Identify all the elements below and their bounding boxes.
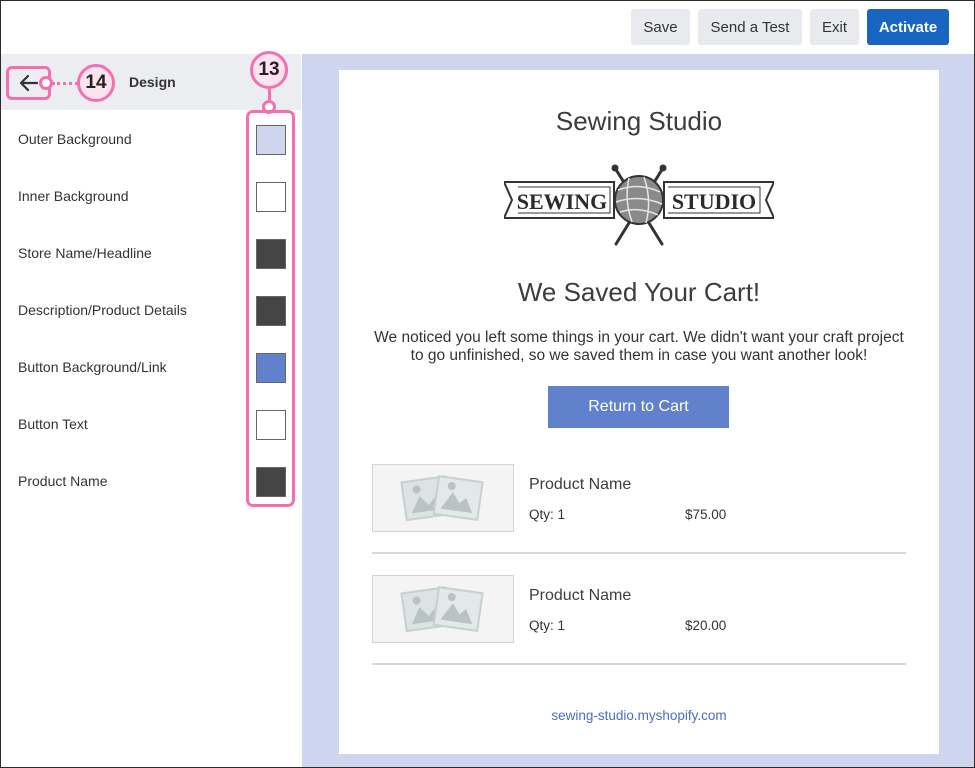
image-placeholder-icon bbox=[400, 475, 484, 522]
setting-label-product-name: Product Name bbox=[18, 473, 108, 489]
setting-label-store-name: Store Name/Headline bbox=[18, 245, 152, 261]
color-swatch-product-name[interactable] bbox=[256, 467, 286, 497]
product-qty: Qty: 1 bbox=[529, 618, 566, 633]
product-image-placeholder bbox=[372, 464, 514, 532]
store-name-heading: Sewing Studio bbox=[555, 106, 723, 136]
setting-label-inner-background: Inner Background bbox=[18, 188, 129, 204]
setting-label-button-background: Button Background/Link bbox=[18, 359, 167, 375]
send-test-button[interactable]: Send a Test bbox=[698, 9, 802, 45]
editor-window: Save Send a Test Exit Activate 14 Design… bbox=[0, 0, 975, 768]
exit-button[interactable]: Exit bbox=[810, 9, 859, 45]
color-swatch-button-text[interactable] bbox=[256, 410, 286, 440]
logo-text-right: STUDIO bbox=[672, 189, 756, 214]
color-swatch-description[interactable] bbox=[256, 296, 286, 326]
design-sidebar: 14 Design 13 Outer Background Inner Back… bbox=[1, 51, 301, 767]
product-price: $75.00 bbox=[685, 507, 727, 522]
return-to-cart-button[interactable]: Return to Cart bbox=[548, 386, 729, 428]
product-name: Product Name bbox=[529, 587, 632, 604]
color-swatch-outer-background[interactable] bbox=[256, 125, 286, 155]
product-divider bbox=[372, 663, 906, 665]
setting-label-description: Description/Product Details bbox=[18, 302, 187, 318]
top-toolbar: Save Send a Test Exit Activate bbox=[1, 1, 974, 54]
save-button[interactable]: Save bbox=[631, 9, 690, 45]
email-card: Sewing Studio SEWING STUDIO We Saved You… bbox=[339, 70, 939, 754]
product-name: Product Name bbox=[529, 476, 632, 493]
color-swatch-button-background[interactable] bbox=[256, 353, 286, 383]
product-qty: Qty: 1 bbox=[529, 507, 566, 522]
email-preview-area: Sewing Studio SEWING STUDIO We Saved You… bbox=[302, 54, 974, 767]
setting-label-button-text: Button Text bbox=[18, 416, 88, 432]
callout-badge-14: 14 bbox=[77, 64, 115, 102]
arrow-left-icon bbox=[19, 74, 38, 92]
product-image-placeholder bbox=[372, 575, 514, 643]
color-swatch-store-name[interactable] bbox=[256, 239, 286, 269]
sidebar-title: Design bbox=[129, 74, 176, 90]
product-divider bbox=[372, 552, 906, 554]
setting-label-outer-background: Outer Background bbox=[18, 131, 132, 147]
color-swatch-inner-background[interactable] bbox=[256, 182, 286, 212]
email-headline: We Saved Your Cart! bbox=[517, 277, 761, 307]
logo-text-left: SEWING bbox=[517, 189, 607, 214]
activate-button[interactable]: Activate bbox=[867, 9, 949, 45]
callout-dotted-line bbox=[52, 82, 78, 85]
product-price: $20.00 bbox=[685, 618, 727, 633]
callout-connector bbox=[39, 76, 53, 90]
store-url-link[interactable]: sewing-studio.myshopify.com bbox=[339, 708, 939, 723]
email-description: We noticed you left some things in your … bbox=[374, 329, 904, 364]
store-logo: SEWING STUDIO bbox=[504, 164, 774, 246]
image-placeholder-icon bbox=[400, 586, 484, 633]
callout-badge-13: 13 bbox=[250, 51, 288, 89]
